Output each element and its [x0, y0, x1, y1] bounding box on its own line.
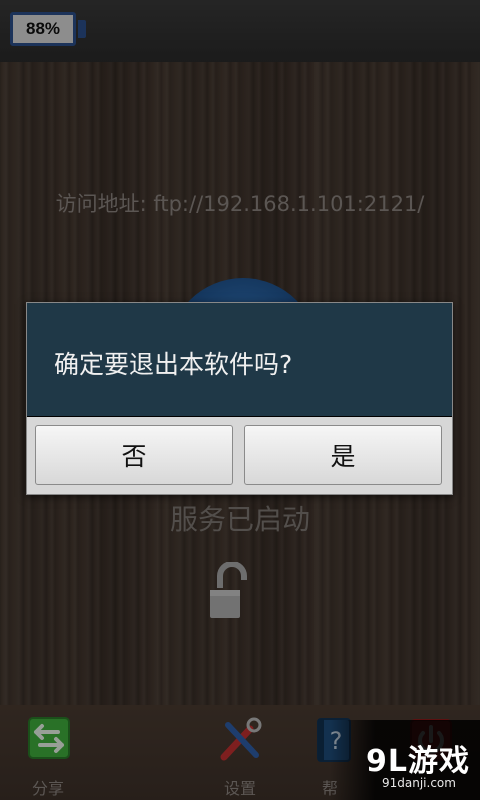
watermark: 9L游戏 91danji.com [330, 720, 480, 800]
yes-button[interactable]: 是 [244, 425, 442, 485]
dialog-header: 确定要退出本软件吗? [27, 303, 452, 417]
watermark-brand: 9L游戏 [366, 744, 470, 779]
exit-dialog: 确定要退出本软件吗? 否 是 [26, 302, 453, 495]
watermark-url: 91danji.com [382, 776, 456, 790]
dialog-message: 确定要退出本软件吗? [54, 350, 293, 379]
no-button[interactable]: 否 [35, 425, 233, 485]
